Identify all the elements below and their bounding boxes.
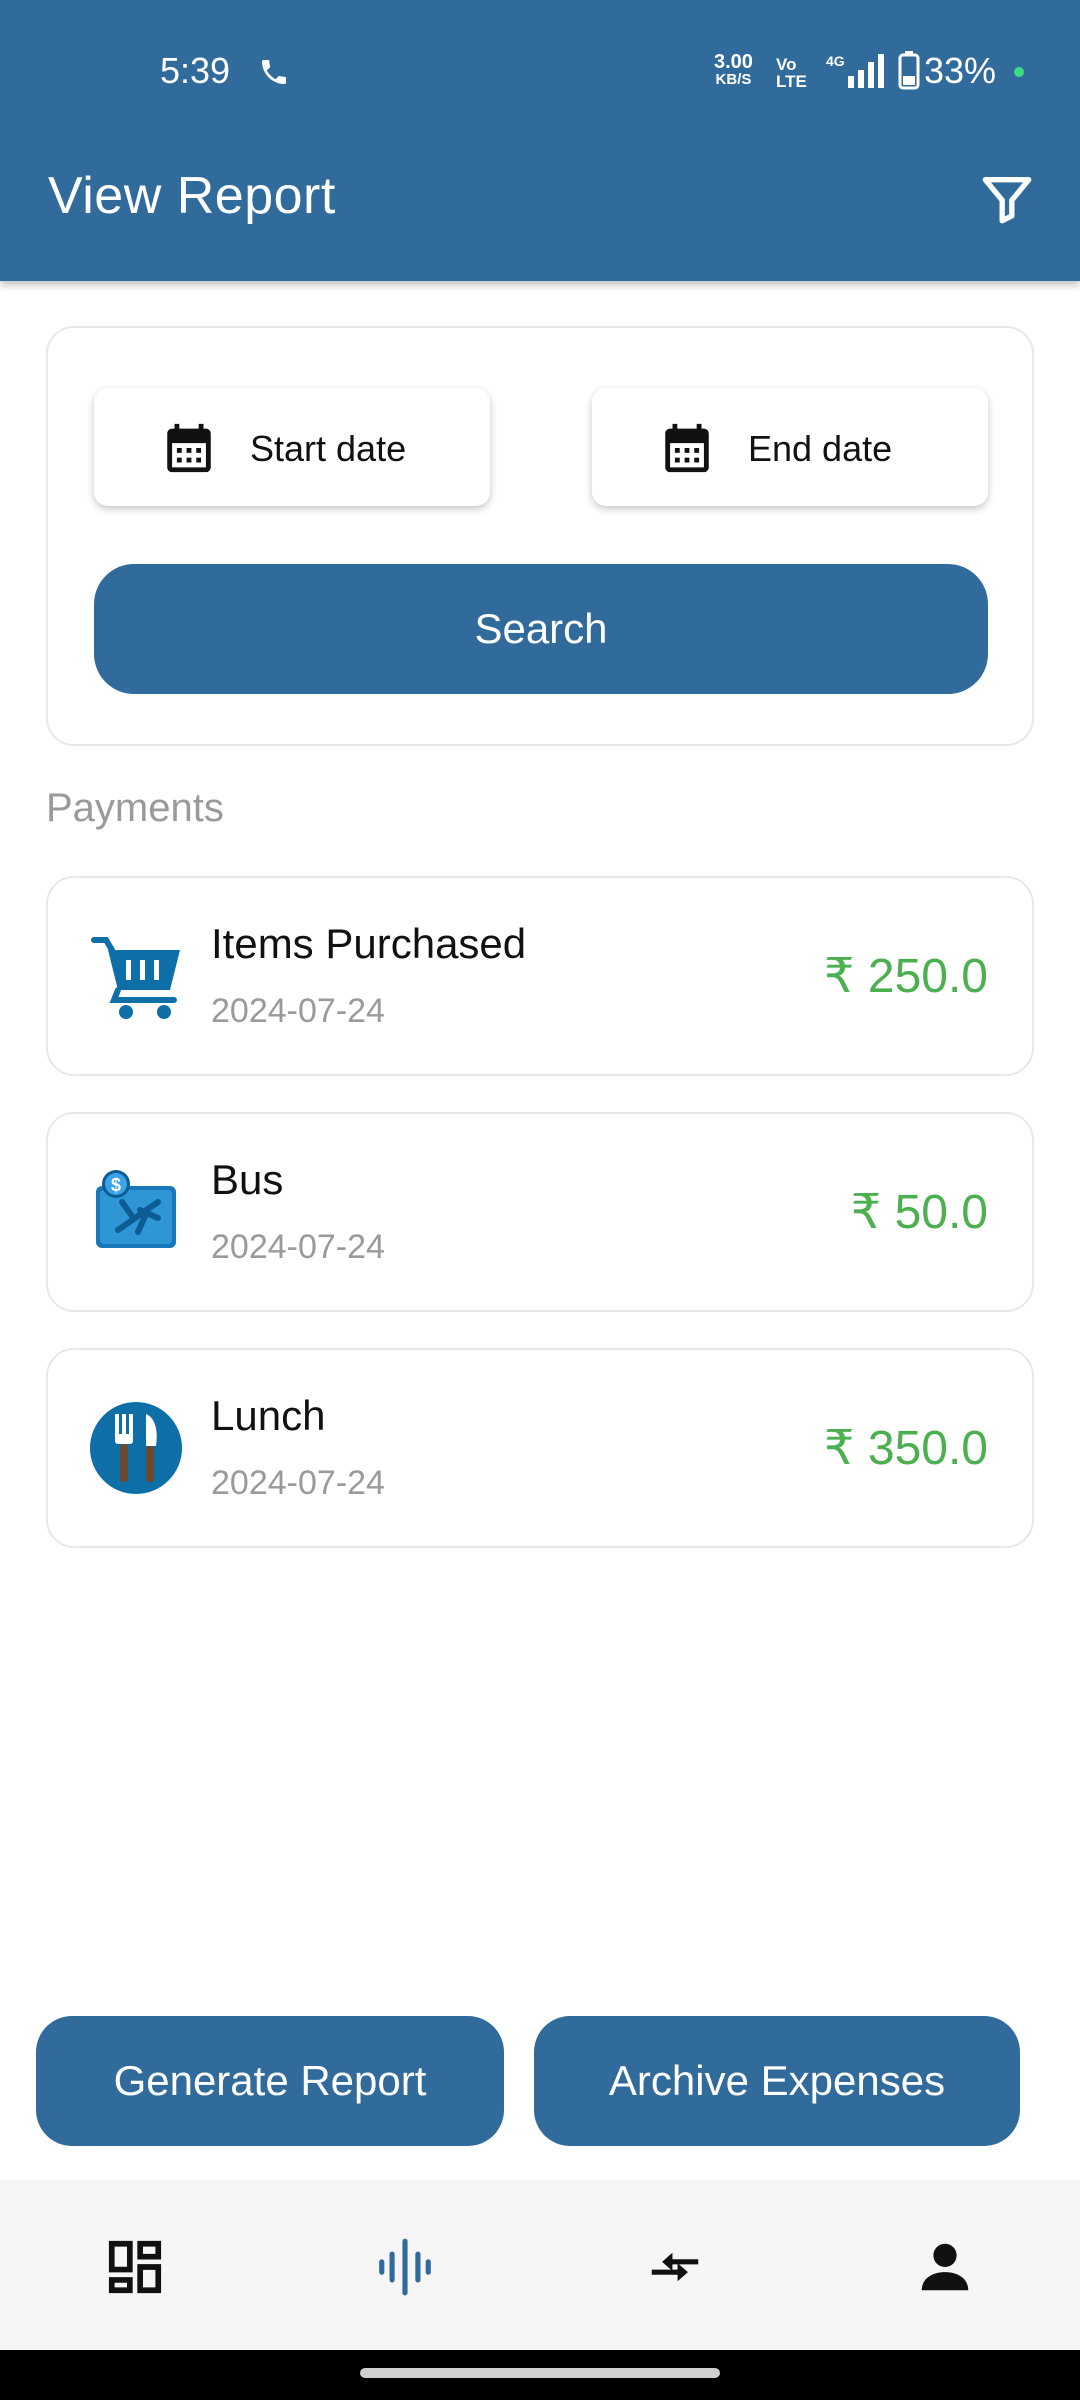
bottom-navigation: [0, 2180, 1080, 2350]
privacy-dot: [1014, 67, 1024, 77]
payment-card[interactable]: Items Purchased 2024-07-24 ₹ 250.0: [46, 876, 1034, 1076]
archive-expenses-button[interactable]: Archive Expenses: [534, 2016, 1020, 2146]
network-speed: 3.00 KB/S: [714, 52, 753, 87]
payment-date: 2024-07-24: [211, 992, 385, 1030]
start-date-label: Start date: [250, 428, 407, 469]
battery-icon: [898, 51, 920, 90]
calendar-icon: [665, 423, 709, 473]
system-navigation-bar: [0, 2350, 1080, 2400]
payments-section-title: Payments: [46, 786, 224, 830]
page-title: View Report: [48, 167, 336, 225]
generate-report-button[interactable]: Generate Report: [36, 2016, 504, 2146]
payment-name: Items Purchased: [211, 920, 527, 967]
payment-date: 2024-07-24: [211, 1228, 385, 1266]
app-bar: 5:39 3.00 KB/S Vo LTE 4G 33% View Report: [0, 0, 1080, 281]
svg-text:$: $: [111, 1175, 121, 1195]
search-button[interactable]: Search: [94, 564, 988, 694]
audio-wave-icon[interactable]: [374, 2236, 436, 2298]
phone-call-icon: [262, 60, 286, 84]
start-date-button[interactable]: Start date: [94, 388, 490, 506]
filter-icon[interactable]: [978, 170, 1036, 228]
travel-ticket-icon: $: [96, 1170, 176, 1248]
payment-date: 2024-07-24: [211, 1464, 385, 1502]
date-filter-card: Start date End date Search: [46, 326, 1034, 746]
volte-indicator: Vo LTE: [776, 55, 807, 91]
fork-knife-icon: [90, 1402, 182, 1494]
calendar-icon: [167, 423, 211, 473]
home-indicator[interactable]: [360, 2368, 720, 2378]
shopping-cart-icon: [91, 937, 180, 1019]
payment-amount: ₹ 50.0: [850, 1186, 988, 1239]
network-speed-value: 3.00: [714, 51, 753, 73]
payment-card[interactable]: $ Bus 2024-07-24 ₹ 50.0: [46, 1112, 1034, 1312]
payment-amount: ₹ 250.0: [824, 950, 988, 1003]
status-time: 5:39: [160, 50, 231, 91]
person-icon[interactable]: [914, 2236, 976, 2298]
end-date-label: End date: [748, 428, 893, 469]
network-speed-unit: KB/S: [715, 71, 752, 88]
payment-card[interactable]: Lunch 2024-07-24 ₹ 350.0: [46, 1348, 1034, 1548]
end-date-button[interactable]: End date: [592, 388, 988, 506]
payment-name: Bus: [211, 1156, 284, 1203]
transfer-arrows-icon[interactable]: [644, 2236, 706, 2298]
network-type: 4G: [826, 53, 845, 69]
dashboard-icon[interactable]: [104, 2236, 166, 2298]
payment-name: Lunch: [211, 1392, 326, 1439]
status-bar: 5:39 3.00 KB/S Vo LTE 4G 33%: [0, 0, 1080, 145]
signal-icon: 4G: [826, 53, 884, 88]
battery-level: 33%: [924, 50, 997, 91]
payment-amount: ₹ 350.0: [824, 1422, 988, 1475]
